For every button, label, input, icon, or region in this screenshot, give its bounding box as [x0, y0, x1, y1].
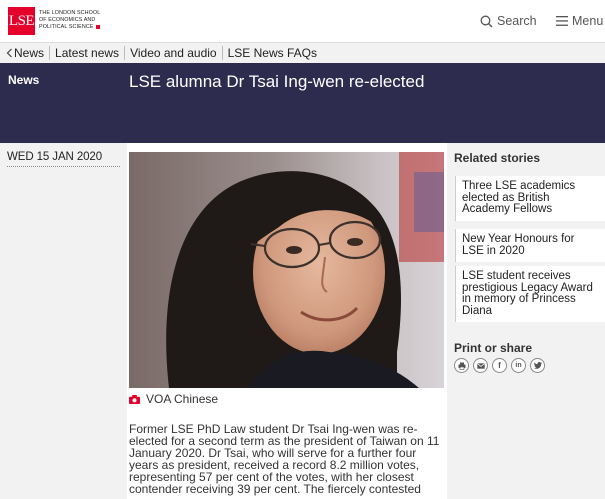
date-column — [0, 143, 127, 499]
related-story-title: LSE student receives prestigious Legacy … — [455, 266, 605, 322]
image-caption: VOA Chinese — [129, 392, 218, 406]
twitter-icon[interactable] — [530, 358, 545, 373]
search-button[interactable]: Search — [480, 14, 537, 28]
logo-line-2: of Economics and — [39, 17, 96, 23]
related-story-title: Three LSE academics elected as British A… — [455, 176, 605, 221]
related-story-title: New Year Honours for LSE in 2020 — [455, 229, 605, 262]
camera-icon — [129, 394, 140, 404]
sub-navigation: News Latest news Video and audio LSE New… — [0, 43, 605, 63]
search-icon — [480, 15, 493, 27]
logo-line-3: Political Science — [39, 24, 94, 30]
share-toolbar: f in — [454, 358, 545, 373]
print-icon[interactable] — [454, 358, 469, 373]
subnav-item-latest-news[interactable]: Latest news — [50, 46, 126, 60]
related-story-link[interactable]: LSE student receives prestigious Legacy … — [455, 266, 605, 322]
article-date: WED 15 JAN 2020 — [7, 151, 103, 163]
subnav-item-news[interactable]: News — [0, 46, 51, 60]
hamburger-icon — [556, 16, 568, 26]
search-label: Search — [497, 14, 537, 28]
print-share-heading: Print or share — [454, 341, 533, 355]
lse-logo[interactable]: LSE — [8, 7, 35, 35]
logo-line-3-wrap: Political Science — [39, 24, 100, 31]
related-story-link[interactable]: Three LSE academics elected as British A… — [455, 176, 605, 221]
logo-line-1: The London School — [39, 10, 101, 16]
subnav-label: News — [14, 46, 45, 60]
logo-red-dot — [95, 24, 100, 29]
article-paragraph: Former LSE PhD Law student Dr Tsai Ing-w… — [129, 422, 440, 496]
banner-section-label: News — [8, 73, 40, 87]
page-title: LSE alumna Dr Tsai Ing-wen re-elected — [129, 72, 425, 91]
email-icon[interactable] — [473, 358, 488, 373]
facebook-icon[interactable]: f — [492, 358, 507, 373]
date-divider — [7, 166, 120, 167]
linkedin-icon[interactable]: in — [511, 358, 526, 373]
logo-mark: LSE — [8, 12, 35, 29]
article-body: Former LSE PhD Law student Dr Tsai Ing-w… — [129, 423, 444, 495]
menu-button[interactable]: Menu — [556, 14, 603, 28]
article-hero-image — [129, 152, 444, 388]
logo-wordmark[interactable]: The London School of Economics and Polit… — [39, 10, 100, 31]
chevron-left-icon — [6, 48, 12, 58]
related-story-link[interactable]: New Year Honours for LSE in 2020 — [455, 229, 605, 262]
image-credit: VOA Chinese — [146, 392, 219, 406]
article-banner: News LSE alumna Dr Tsai Ing-wen re-elect… — [0, 63, 605, 143]
menu-label: Menu — [572, 14, 604, 28]
portrait-photo — [129, 152, 444, 388]
site-header: LSE The London School of Economics and P… — [0, 0, 605, 43]
related-stories-heading: Related stories — [454, 151, 541, 165]
subnav-item-news-faqs[interactable]: LSE News FAQs — [223, 46, 322, 60]
subnav-item-video-audio[interactable]: Video and audio — [125, 46, 223, 60]
